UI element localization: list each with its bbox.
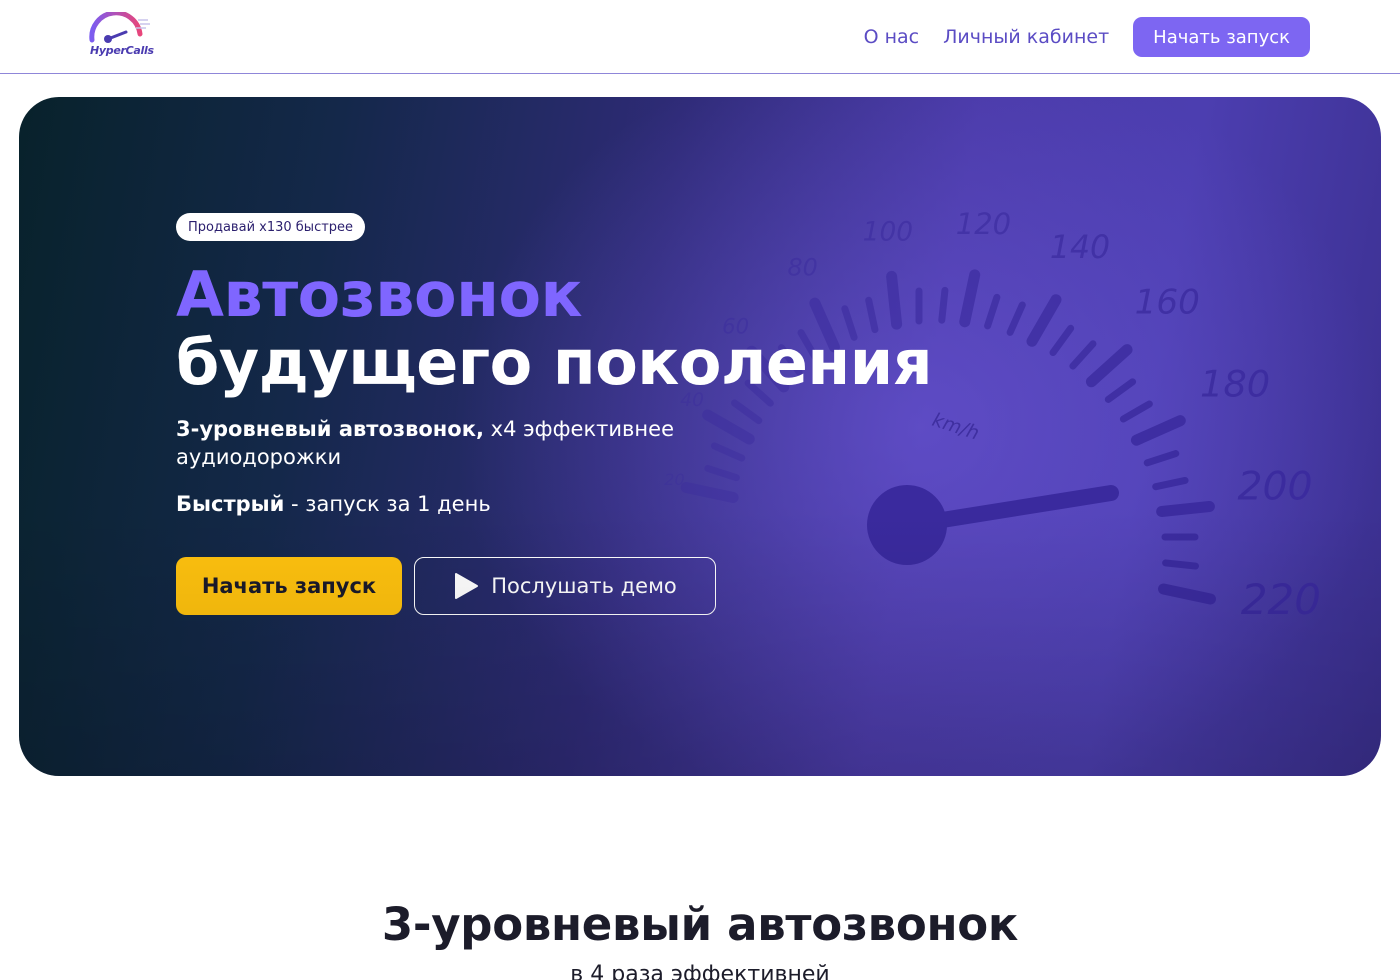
- speedometer-tick: [1026, 294, 1062, 347]
- speedometer-unit: km/h: [929, 409, 981, 445]
- speedometer-tick: [1156, 500, 1215, 517]
- header-start-button[interactable]: Начать запуск: [1133, 17, 1310, 57]
- speedometer-label: 200: [1237, 464, 1312, 510]
- speedometer-tick: [731, 399, 763, 425]
- speedometer-tick: [1130, 415, 1186, 446]
- hero-subtitle-levels: 3-уровневый автозвонок, x4 эффективнее а…: [176, 415, 736, 471]
- speedometer-label: 180: [1200, 362, 1270, 405]
- speedometer-tick: [1152, 476, 1189, 491]
- section-title: 3-уровневый автозвонок: [381, 898, 1019, 951]
- speedometer-tick: [1069, 340, 1097, 370]
- hero-subtitle-speed: Быстрый - запуск за 1 день: [176, 490, 491, 518]
- speedometer-tick: [984, 293, 1001, 330]
- nav-link-account[interactable]: Личный кабинет: [943, 26, 1109, 48]
- hero-demo-button[interactable]: Послушать демо: [414, 557, 716, 615]
- speedometer-tick: [1158, 583, 1216, 605]
- logo[interactable]: HyperCalls: [86, 10, 156, 62]
- main-nav: О нас Личный кабинет Начать запуск: [864, 17, 1310, 57]
- speedometer-tick: [1085, 344, 1133, 388]
- speedometer-label: 20: [664, 470, 684, 489]
- speedometer-tick: [1119, 400, 1153, 423]
- speedometer-tick: [680, 482, 739, 503]
- hero-title-rest: будущего поколения: [176, 326, 933, 399]
- speedometer-tick: [1006, 301, 1026, 336]
- hero-badge: Продавай x130 быстрее: [176, 213, 366, 241]
- speedometer-label: 160: [1135, 283, 1200, 323]
- hero-start-button[interactable]: Начать запуск: [176, 557, 402, 615]
- speedometer-logo-icon: [89, 10, 150, 43]
- speedometer-tick: [1049, 324, 1075, 357]
- hero-subtitle-levels-bold: 3-уровневый автозвонок,: [176, 417, 484, 441]
- speedometer-tick: [1104, 378, 1137, 403]
- hero-title: Автозвонок будущего поколения: [176, 261, 956, 397]
- speedometer-tick: [1143, 450, 1180, 467]
- hero-subtitle-speed-rest: - запуск за 1 день: [291, 492, 491, 516]
- speedometer-tick: [1162, 559, 1199, 570]
- speedometer-hub: [867, 485, 947, 565]
- speedometer-tick: [959, 269, 981, 328]
- section-subtitle: в 4 раза эффективней: [570, 962, 830, 980]
- speedometer-label: 220: [1241, 575, 1321, 624]
- nav-link-about[interactable]: О нас: [864, 26, 920, 48]
- play-icon: [455, 573, 479, 599]
- speedometer-label: 140: [1050, 230, 1110, 266]
- logo-text: HyperCalls: [90, 44, 154, 57]
- hero-banner: 20 40 60 80 100 120 140 160 180 200 220 km/h Прода…: [19, 97, 1381, 776]
- hero-title-accent: Автозвонок: [176, 258, 583, 331]
- site-header: HyperCalls О нас Личный кабинет Начать з…: [0, 0, 1400, 74]
- hero-subtitle-speed-bold: Быстрый: [176, 492, 285, 516]
- hero-demo-label: Послушать демо: [491, 574, 677, 598]
- speedometer-label: 120: [956, 207, 1011, 241]
- speedometer-label: 100: [863, 217, 913, 248]
